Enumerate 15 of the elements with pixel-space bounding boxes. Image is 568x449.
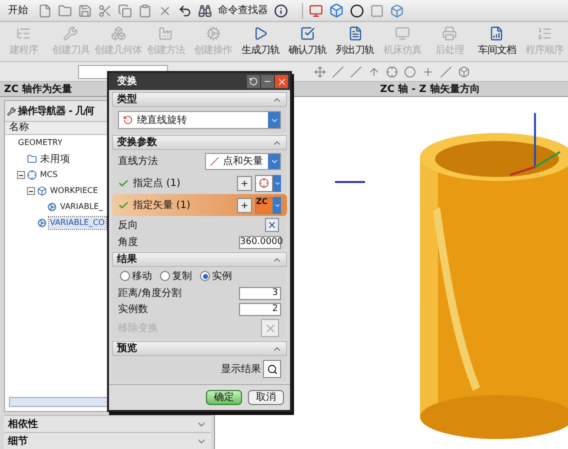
field-label: 指定矢量 (1) — [133, 198, 192, 212]
field-label: 反向 — [118, 218, 138, 232]
field-label: 显示结果 — [221, 362, 261, 376]
radio-label: 实例 — [212, 270, 232, 284]
radio-label: 复制 — [172, 270, 192, 284]
field-label: 指定点 (1) — [133, 176, 182, 190]
field-label: 实例数 — [118, 302, 148, 316]
cue-line-text: ZC 轴作为矢量 — [3, 82, 74, 96]
status-text: ZC 轴 - Z 轴矢量方向 — [380, 82, 480, 96]
field-label: 距离/角度分割 — [118, 286, 182, 300]
field-label: 角度 — [118, 236, 138, 250]
field-label: 直线方法 — [118, 154, 158, 168]
dialog-title: 变换 — [117, 74, 137, 89]
radio-label: 移动 — [132, 270, 152, 284]
navigator-title: 操作导航器 - 几何 — [18, 104, 94, 118]
